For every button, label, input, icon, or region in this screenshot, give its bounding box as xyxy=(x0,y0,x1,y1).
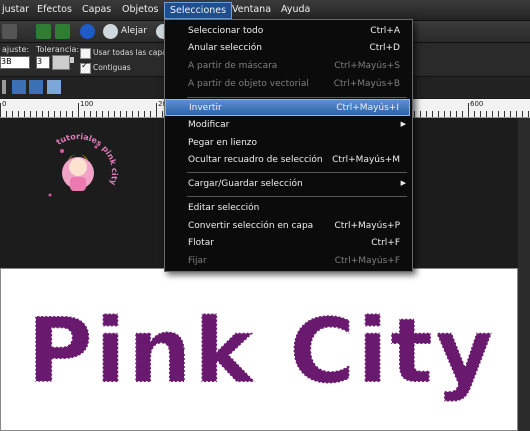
menu-ajustar[interactable]: justar xyxy=(2,4,29,15)
menu-item-shortcut: Ctrl+Mayús+I xyxy=(336,103,399,113)
menu-item-fijar: Fijar Ctrl+Mayús+F xyxy=(165,253,410,270)
contiguas-checkbox[interactable] xyxy=(80,61,91,74)
menu-item-label: Seleccionar todo xyxy=(188,26,264,36)
flag-icon[interactable] xyxy=(55,24,70,39)
image-canvas[interactable]: Pink City xyxy=(0,268,518,431)
grid-icon[interactable] xyxy=(29,80,43,94)
menu-item-editar-seleccion[interactable]: Editar selección xyxy=(165,200,410,217)
contiguas-label: Contiguas xyxy=(93,63,131,72)
pink-city-text: Pink City xyxy=(27,299,496,404)
menu-bar: justar Efectos Capas Objetos Selecciones… xyxy=(0,0,530,21)
menu-item-flotar[interactable]: Flotar Ctrl+F xyxy=(165,235,410,252)
menu-efectos[interactable]: Efectos xyxy=(37,4,72,15)
window-icon[interactable] xyxy=(47,80,61,94)
stepper-arrow-icon[interactable] xyxy=(70,57,74,63)
menu-selecciones[interactable]: Selecciones xyxy=(164,2,233,19)
menu-item-label: Convertir selección en capa xyxy=(188,221,314,231)
menu-separator xyxy=(187,196,407,197)
flag-icon[interactable] xyxy=(36,24,51,39)
ruler-label: 600 xyxy=(470,100,484,108)
menu-item-modificar[interactable]: Modificar ▶ xyxy=(165,117,410,134)
menu-item-shortcut: Ctrl+Mayús+P xyxy=(334,221,400,231)
menu-item-a-partir-de-objeto-vectorial: A partir de objeto vectorial Ctrl+Mayús+… xyxy=(165,76,410,93)
menu-item-label: Anular selección xyxy=(188,43,263,53)
tolerancia-label: Tolerancia: xyxy=(36,45,80,54)
menu-item-shortcut: Ctrl+Mayús+B xyxy=(333,79,400,89)
ajuste-label: ajuste: xyxy=(2,45,30,54)
menu-item-shortcut: Ctrl+Mayús+M xyxy=(332,155,400,165)
menu-item-ocultar-recuadro[interactable]: Ocultar recuadro de selección Ctrl+Mayús… xyxy=(165,152,410,169)
menu-objetos[interactable]: Objetos xyxy=(122,4,158,15)
menu-ayuda[interactable]: Ayuda xyxy=(281,4,310,15)
menu-item-cargar-guardar[interactable]: Cargar/Guardar selección ▶ xyxy=(165,176,410,193)
toolbar-button[interactable] xyxy=(2,24,17,39)
menu-item-shortcut: Ctrl+Mayús+S xyxy=(334,61,400,71)
ajuste-field[interactable]: 3B xyxy=(0,56,30,69)
menu-item-shortcut: Ctrl+F xyxy=(371,238,400,248)
menu-ventana[interactable]: Ventana xyxy=(232,4,271,15)
submenu-arrow-icon: ▶ xyxy=(400,120,406,128)
tolerancia-field[interactable]: 3 xyxy=(36,56,50,69)
menu-item-label: Ocultar recuadro de selección xyxy=(188,155,323,165)
usar-todas-label: Usar todas las capas xyxy=(93,48,171,57)
zoom-out-label[interactable]: Alejar xyxy=(121,26,147,36)
ruler-label: 100 xyxy=(80,100,94,108)
menu-item-a-partir-de-mascara: A partir de máscara Ctrl+Mayús+S xyxy=(165,58,410,75)
menu-item-shortcut: Ctrl+Mayús+F xyxy=(334,256,400,266)
ruler-label: 0 xyxy=(2,100,7,108)
zoom-out-icon[interactable] xyxy=(103,24,118,39)
menu-separator xyxy=(187,97,407,98)
menu-item-shortcut: Ctrl+D xyxy=(369,43,401,53)
menu-item-label: Cargar/Guardar selección xyxy=(188,179,303,189)
menu-item-anular-seleccion[interactable]: Anular selección Ctrl+D xyxy=(165,40,410,57)
usar-todas-checkbox[interactable] xyxy=(80,48,91,59)
menu-item-label: Editar selección xyxy=(188,203,260,213)
menu-item-label: Flotar xyxy=(188,238,214,248)
menu-item-label: Modificar xyxy=(188,120,230,130)
grip-icon xyxy=(2,80,6,94)
menu-item-invertir[interactable]: Invertir Ctrl+Mayús+I xyxy=(165,99,410,116)
ajuste-value: 3B xyxy=(1,57,12,66)
menu-capas[interactable]: Capas xyxy=(82,4,111,15)
tutoriales-logo: tutoriales pink city xyxy=(30,116,131,229)
menu-item-pegar-en-lienzo[interactable]: Pegar en lienzo xyxy=(165,135,410,152)
menu-separator xyxy=(187,172,407,173)
menu-item-seleccionar-todo[interactable]: Seleccionar todo Ctrl+A xyxy=(165,23,410,40)
menu-item-shortcut: Ctrl+A xyxy=(370,26,400,36)
info-icon[interactable] xyxy=(80,24,95,39)
menu-item-label: Fijar xyxy=(188,256,207,266)
menu-item-convertir-seleccion[interactable]: Convertir selección en capa Ctrl+Mayús+P xyxy=(165,218,410,235)
tolerancia-stepper[interactable] xyxy=(52,55,70,70)
vertical-scrollbar[interactable] xyxy=(518,118,530,431)
layers-icon[interactable] xyxy=(12,80,26,94)
tolerancia-value: 3 xyxy=(37,57,43,66)
menu-item-label: Invertir xyxy=(189,103,222,113)
selecciones-dropdown: Seleccionar todo Ctrl+A Anular selección… xyxy=(164,19,413,272)
submenu-arrow-icon: ▶ xyxy=(400,179,406,187)
menu-item-label: Pegar en lienzo xyxy=(188,138,258,148)
menu-item-label: A partir de máscara xyxy=(188,61,278,71)
menu-item-label: A partir de objeto vectorial xyxy=(188,79,309,89)
